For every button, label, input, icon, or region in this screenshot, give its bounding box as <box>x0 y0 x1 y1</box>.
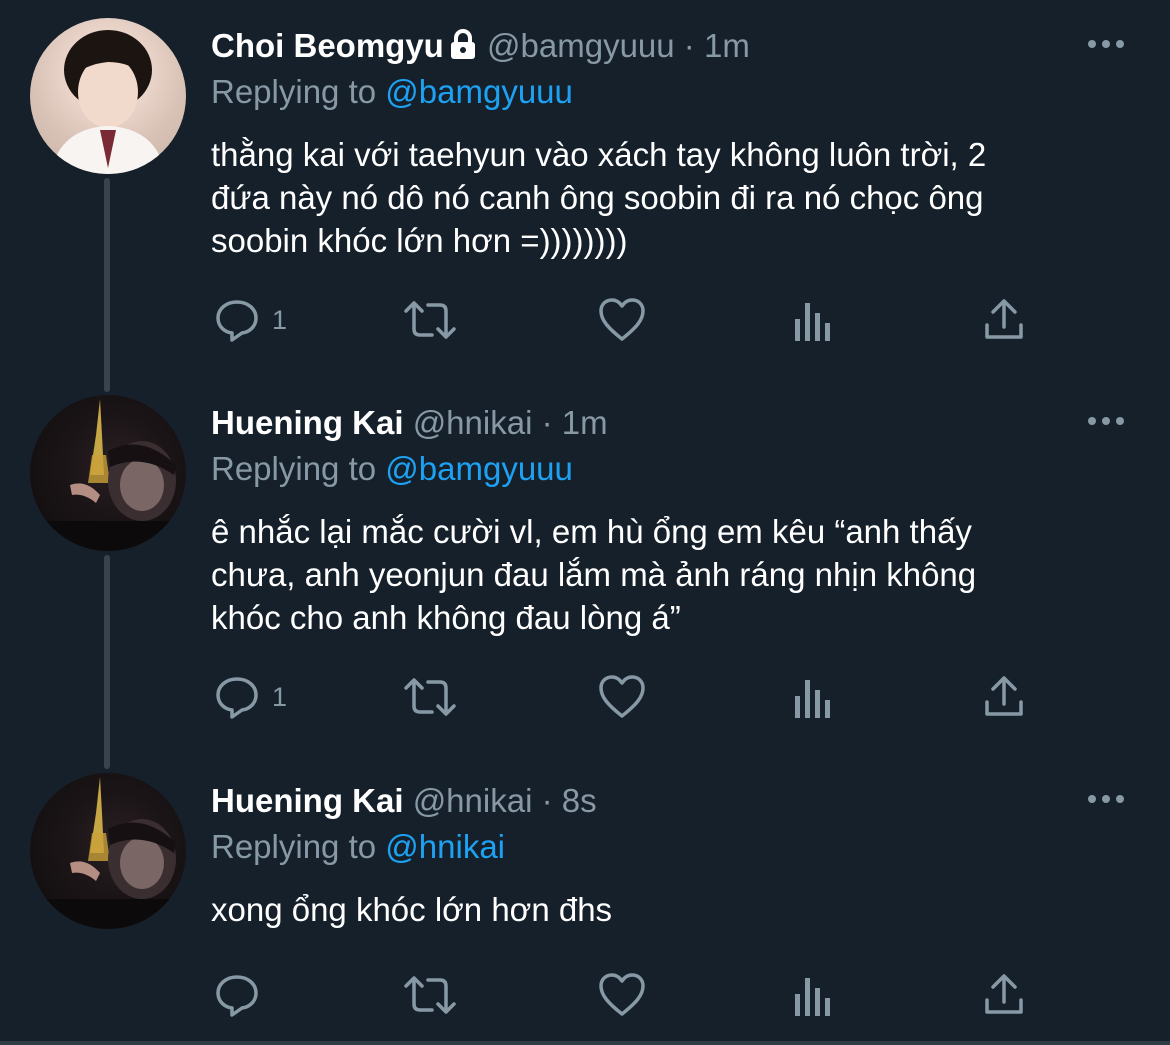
tweet-actions: 1 <box>0 292 1170 348</box>
tweet[interactable]: Choi Beomgyu @bamgyuuu · 1m Replying to … <box>0 0 1170 378</box>
analytics-icon <box>793 674 833 720</box>
reply-button[interactable]: 1 <box>214 292 287 348</box>
like-button[interactable] <box>598 967 646 1023</box>
replying-to-mention[interactable]: @bamgyuuu <box>385 450 573 487</box>
user-handle[interactable]: @hnikai <box>413 404 533 441</box>
tweet-text: ê nhắc lại mắc cười vl, em hù ổng em kêu… <box>211 510 1111 639</box>
reply-button[interactable] <box>214 967 272 1023</box>
retweet-icon <box>402 674 458 720</box>
like-icon <box>598 297 646 343</box>
analytics-button[interactable] <box>793 292 833 348</box>
more-icon[interactable] <box>1086 791 1126 807</box>
share-icon <box>983 297 1025 343</box>
retweet-button[interactable] <box>402 967 458 1023</box>
tweet-text-line: chưa, anh yeonjun đau lắm mà ảnh ráng nh… <box>211 556 977 593</box>
more-icon[interactable] <box>1086 413 1126 429</box>
timestamp[interactable]: 1m <box>562 404 608 441</box>
display-name[interactable]: Choi Beomgyu <box>211 27 444 64</box>
tweet-text-line: thằng kai với taehyun vào xách tay không… <box>211 136 987 173</box>
replying-to-label: Replying to <box>211 73 377 110</box>
separator-dot: · <box>683 27 695 64</box>
tweet-header: Huening Kai @hnikai · 8s <box>211 781 597 821</box>
analytics-icon <box>793 972 833 1018</box>
separator-dot: · <box>541 782 553 819</box>
replying-to: Replying to @hnikai <box>211 827 505 867</box>
tweet-header: Huening Kai @hnikai · 1m <box>211 403 608 443</box>
analytics-button[interactable] <box>793 669 833 725</box>
analytics-button[interactable] <box>793 967 833 1023</box>
retweet-button[interactable] <box>402 669 458 725</box>
divider <box>0 1041 1170 1045</box>
tweet-text-line: soobin khóc lớn hơn =)))))))) <box>211 222 628 259</box>
retweet-icon <box>402 297 458 343</box>
reply-button[interactable]: 1 <box>214 669 287 725</box>
share-button[interactable] <box>983 967 1025 1023</box>
avatar[interactable] <box>30 773 186 929</box>
replying-to-label: Replying to <box>211 828 377 865</box>
replying-to-mention[interactable]: @bamgyuuu <box>385 73 573 110</box>
tweet-text-line: đứa này nó dô nó canh ông soobin đi ra n… <box>211 179 984 216</box>
replying-to-label: Replying to <box>211 450 377 487</box>
like-icon <box>598 674 646 720</box>
timestamp[interactable]: 8s <box>562 782 597 819</box>
user-handle[interactable]: @hnikai <box>413 782 533 819</box>
display-name[interactable]: Huening Kai <box>211 404 404 441</box>
tweet-text-line: khóc cho anh không đau lòng á” <box>211 599 681 636</box>
timestamp[interactable]: 1m <box>704 27 750 64</box>
reply-count: 1 <box>272 681 288 712</box>
reply-icon <box>214 674 260 720</box>
tweet-actions: 1 <box>0 669 1170 725</box>
tweet-actions <box>0 967 1170 1023</box>
share-button[interactable] <box>983 669 1025 725</box>
replying-to: Replying to @bamgyuuu <box>211 72 573 112</box>
user-handle[interactable]: @bamgyuuu <box>487 27 675 64</box>
analytics-icon <box>793 297 833 343</box>
tweet-text: xong ổng khóc lớn hơn đhs <box>211 888 1111 931</box>
tweet[interactable]: Huening Kai @hnikai · 8s Replying to @hn… <box>0 755 1170 1041</box>
tweet-text-line: xong ổng khóc lớn hơn đhs <box>211 891 613 928</box>
display-name[interactable]: Huening Kai <box>211 782 404 819</box>
separator-dot: · <box>541 404 553 441</box>
share-icon <box>983 972 1025 1018</box>
lock-icon <box>448 28 478 60</box>
reply-icon <box>214 297 260 343</box>
like-icon <box>598 972 646 1018</box>
reply-icon <box>214 972 260 1018</box>
like-button[interactable] <box>598 292 646 348</box>
avatar[interactable] <box>30 18 186 174</box>
retweet-button[interactable] <box>402 292 458 348</box>
conversation-thread: Choi Beomgyu @bamgyuuu · 1m Replying to … <box>0 0 1170 1045</box>
retweet-icon <box>402 972 458 1018</box>
share-icon <box>983 674 1025 720</box>
like-button[interactable] <box>598 669 646 725</box>
tweet-text: thằng kai với taehyun vào xách tay không… <box>211 133 1111 262</box>
tweet-text-line: ê nhắc lại mắc cười vl, em hù ổng em kêu… <box>211 513 972 550</box>
replying-to-mention[interactable]: @hnikai <box>385 828 505 865</box>
share-button[interactable] <box>983 292 1025 348</box>
tweet[interactable]: Huening Kai @hnikai · 1m Replying to @ba… <box>0 377 1170 755</box>
avatar[interactable] <box>30 395 186 551</box>
reply-count: 1 <box>272 304 288 335</box>
replying-to: Replying to @bamgyuuu <box>211 449 573 489</box>
more-icon[interactable] <box>1086 36 1126 52</box>
tweet-header: Choi Beomgyu @bamgyuuu · 1m <box>211 26 750 66</box>
